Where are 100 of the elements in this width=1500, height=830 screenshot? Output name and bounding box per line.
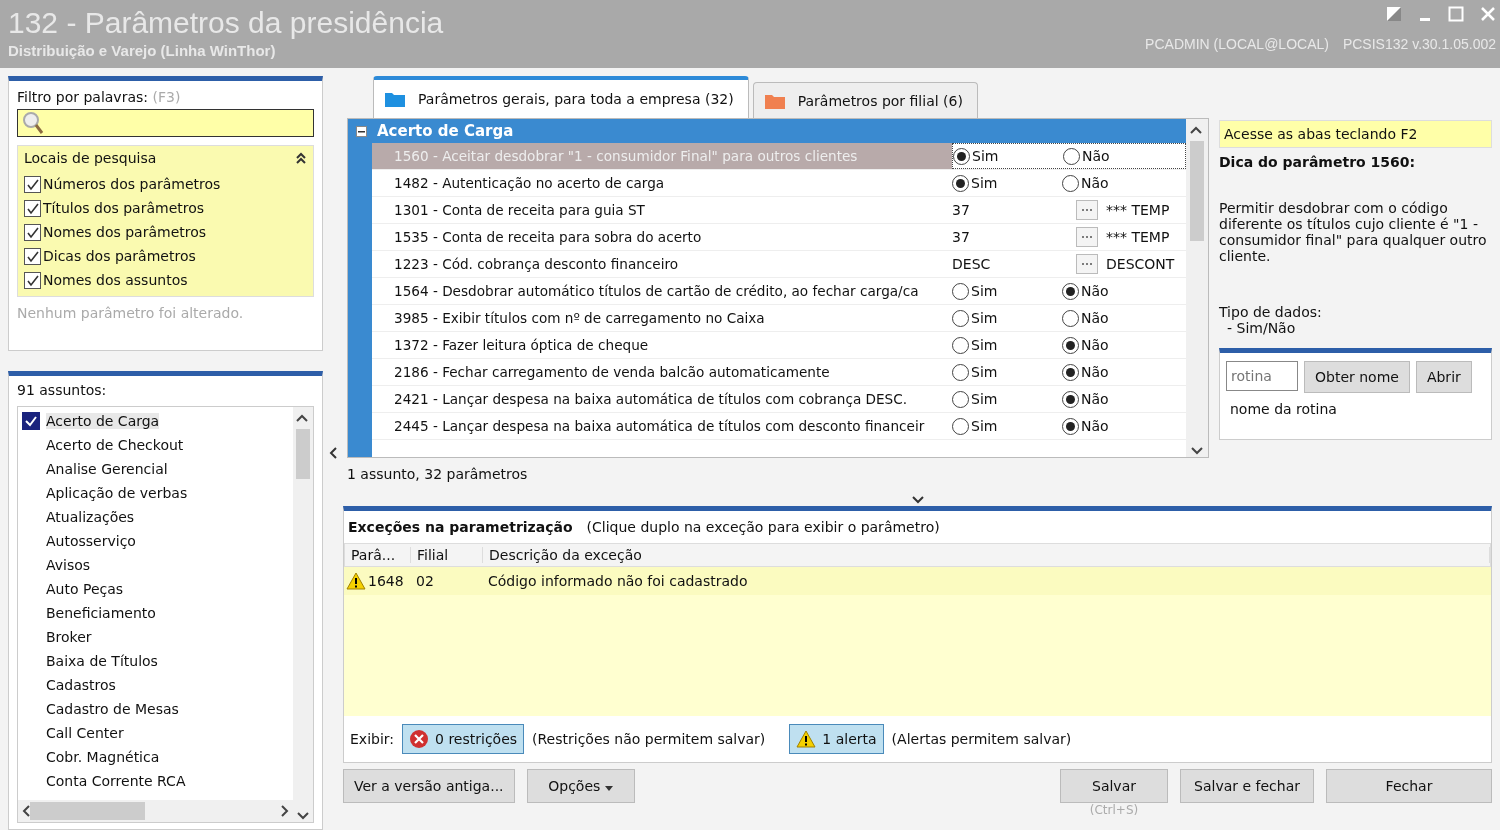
radio-button[interactable] — [1062, 336, 1079, 354]
horizontal-scrollbar[interactable] — [18, 800, 293, 822]
subject-item[interactable]: Acerto de Checkout — [46, 437, 184, 453]
shortcut-hint: (F3) — [152, 89, 181, 105]
checkbox[interactable] — [24, 247, 41, 265]
save-close-button[interactable]: Salvar e fechar — [1180, 769, 1314, 803]
radio-button[interactable] — [1062, 309, 1079, 327]
subject-item[interactable]: Beneficiamento — [46, 605, 156, 621]
radio-button[interactable] — [1062, 282, 1079, 300]
radio-button[interactable] — [953, 147, 970, 165]
subject-item[interactable]: Broker — [46, 629, 92, 645]
ellipsis-icon[interactable] — [1076, 200, 1098, 220]
checkbox[interactable] — [24, 271, 41, 289]
parameter-title: 3985 - Exibir títulos com nº de carregamento no Caixa — [393, 310, 766, 326]
data-type-value: - Sim/Não — [1226, 320, 1297, 336]
parameter-title: 1301 - Conta de receita para guia ST — [393, 202, 646, 218]
ellipsis-icon[interactable] — [1076, 254, 1098, 274]
exceptions-hint: (Clique duplo na exceção para exibir o parâmetro) — [586, 519, 940, 535]
restore-icon[interactable] — [1386, 6, 1402, 22]
table-summary: 1 assunto, 32 parâmetros — [346, 465, 529, 484]
radio-button[interactable] — [952, 417, 969, 435]
scroll-right-icon[interactable] — [281, 805, 289, 817]
scroll-up-icon[interactable] — [296, 414, 308, 422]
subject-item[interactable]: Autosserviço — [46, 533, 136, 549]
subject-item[interactable]: Avisos — [46, 557, 91, 573]
scroll-up-icon[interactable] — [1190, 126, 1202, 134]
subject-item[interactable]: Acerto de Carga — [46, 413, 160, 429]
search-field[interactable] — [17, 109, 314, 137]
scroll-thumb[interactable] — [296, 429, 310, 479]
subject-item[interactable]: Cadastro de Mesas — [46, 701, 179, 717]
subject-item[interactable]: Atualizações — [46, 509, 135, 525]
radio-button[interactable] — [952, 336, 969, 354]
column-header[interactable]: Descrição da exceção — [483, 547, 1490, 563]
subject-item[interactable]: Cadastros — [46, 677, 116, 693]
restrictions-toggle[interactable]: 0 restrições — [402, 724, 525, 754]
subject-item[interactable]: Conta Corrente RCA — [46, 773, 186, 789]
scroll-down-icon[interactable] — [297, 812, 309, 820]
subjects-count: 91 assuntos: — [17, 382, 108, 398]
radio-label: Não — [1081, 337, 1109, 353]
subject-item[interactable]: Auto Peças — [46, 581, 124, 597]
subject-item[interactable]: Call Center — [46, 725, 124, 741]
scroll-thumb[interactable] — [30, 802, 145, 820]
collapse-icon[interactable] — [356, 125, 367, 137]
subject-item[interactable]: Analise Gerencial — [46, 461, 168, 477]
routine-field[interactable]: rotina — [1226, 361, 1298, 391]
scroll-thumb[interactable] — [1190, 141, 1204, 241]
scroll-left-icon[interactable] — [22, 805, 30, 817]
radio-button[interactable] — [1062, 390, 1079, 408]
radio-label: Não — [1081, 310, 1109, 326]
warning-icon — [346, 572, 366, 590]
checkbox[interactable] — [24, 223, 41, 241]
radio-button[interactable] — [1062, 417, 1079, 435]
radio-button[interactable] — [952, 282, 969, 300]
old-version-button[interactable]: Ver a versão antiga... — [343, 769, 515, 803]
tab[interactable]: Parâmetros gerais, para toda a empresa (32) — [373, 76, 749, 118]
checkbox[interactable] — [24, 199, 41, 217]
parameter-title: 1564 - Desdobrar automático títulos de cartão de crédito, ao fechar carga/ca — [393, 283, 920, 299]
radio-label: Sim — [971, 175, 998, 191]
group-header[interactable]: Acerto de Carga — [348, 119, 1186, 143]
restrictions-note: (Restrições não permitem salvar) — [532, 731, 766, 747]
parameter-title: 1372 - Fazer leitura óptica de cheque — [393, 337, 650, 353]
parameter-title: 2421 - Lançar despesa na baixa automática de títulos com cobrança DESC. — [393, 391, 909, 407]
scrollbar[interactable] — [1186, 119, 1208, 457]
checkbox-label: Dicas dos parâmetros — [43, 248, 196, 264]
column-header[interactable]: Filial — [411, 547, 483, 563]
status-message: Nenhum parâmetro foi alterado. — [17, 305, 245, 321]
value-description: *** TEMP — [1106, 229, 1171, 245]
radio-button[interactable] — [1062, 363, 1079, 381]
filter-label: Filtro por palavras: — [17, 89, 148, 105]
ellipsis-icon[interactable] — [1076, 227, 1098, 247]
hint-banner: Acesse as abas teclando F2 — [1219, 120, 1492, 148]
table-cell-text: 02 — [415, 573, 435, 589]
checkbox[interactable] — [24, 175, 41, 193]
collapse-icon[interactable] — [295, 152, 307, 164]
subject-item[interactable]: Aplicação de verbas — [46, 485, 188, 501]
get-name-button[interactable]: Obter nome — [1304, 361, 1410, 393]
subject-item[interactable]: Cobr. Magnética — [46, 749, 160, 765]
subject-item[interactable]: Baixa de Títulos — [46, 653, 158, 669]
radio-button[interactable] — [952, 309, 969, 327]
scrollbar[interactable] — [293, 407, 313, 822]
radio-button[interactable] — [1062, 174, 1079, 192]
radio-button[interactable] — [952, 390, 969, 408]
save-button[interactable]: Salvar — [1060, 769, 1168, 803]
parameter-title: 1223 - Cód. cobrança desconto financeiro — [393, 256, 680, 272]
checkbox[interactable] — [22, 412, 40, 430]
parameter-value[interactable]: DESC — [952, 256, 1072, 272]
radio-button[interactable] — [952, 174, 969, 192]
column-header[interactable]: Parâ... — [345, 547, 411, 563]
tab[interactable]: Parâmetros por filial (6) — [752, 82, 978, 118]
parameter-title: 2445 - Lançar despesa na baixa automática de títulos com desconto financeir — [393, 418, 926, 434]
scroll-down-icon[interactable] — [1191, 447, 1203, 455]
options-button[interactable]: Opções — [526, 769, 635, 803]
alerts-toggle[interactable]: 1 alerta — [789, 724, 884, 754]
radio-button[interactable] — [952, 363, 969, 381]
radio-button[interactable] — [1063, 147, 1080, 165]
radio-label: Sim — [971, 391, 998, 407]
close-button[interactable]: Fechar — [1326, 769, 1492, 803]
parameter-value[interactable]: 37 — [952, 202, 1072, 218]
parameter-value[interactable]: 37 — [952, 229, 1072, 245]
open-button[interactable]: Abrir — [1415, 361, 1472, 393]
